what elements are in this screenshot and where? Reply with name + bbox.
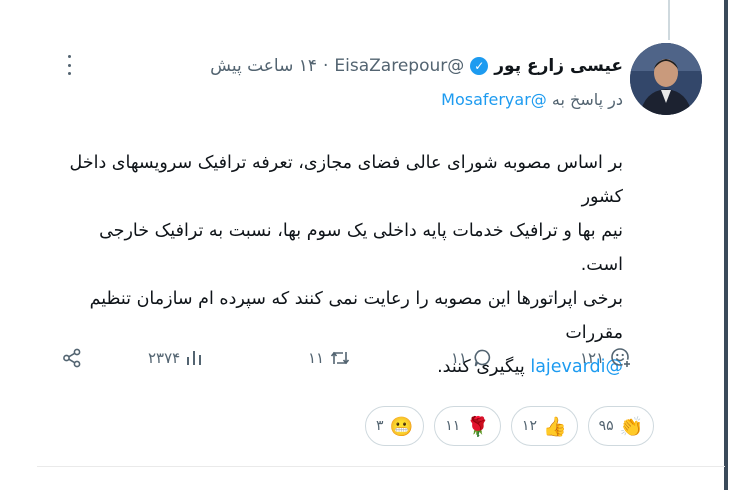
reaction-count: ۱۲	[521, 418, 537, 434]
reactions-count: ۱۲۱	[580, 349, 605, 367]
add-reaction-icon	[611, 348, 632, 369]
tweet-timestamp[interactable]: ۱۴ ساعت پیش	[210, 56, 317, 76]
retweet-icon	[331, 351, 350, 365]
views-chart-icon	[187, 351, 202, 365]
reaction-pills: 👏 ۹۵ 👍 ۱۲ 🌹 ۱۱ 😬 ۳	[365, 406, 655, 446]
author-handle[interactable]: @EisaZarepour	[334, 56, 464, 76]
reaction-count: ۱۱	[445, 418, 461, 434]
reaction-count: ۳	[376, 418, 384, 434]
reply-prefix: در پاسخ به	[551, 90, 623, 109]
share-icon	[63, 348, 81, 368]
clap-icon: 👏	[619, 415, 644, 438]
tweet-line: نیم بها و ترافیک خدمات پایه داخلی یک سوم…	[99, 221, 623, 275]
rose-icon: 🌹	[466, 415, 490, 438]
author-name[interactable]: عیسی زارع پور	[494, 56, 623, 76]
avatar-photo	[630, 43, 702, 115]
reply-mention-link[interactable]: @Mosaferyar	[441, 90, 547, 109]
card-bottom-divider	[37, 466, 725, 467]
retweet-button[interactable]: ۱۱	[308, 343, 350, 373]
views-button[interactable]: ۲۳۷۴	[148, 343, 202, 373]
reaction-grin-button[interactable]: 😬 ۳	[365, 406, 425, 446]
tweet-header: عیسی زارع پور ✓ @EisaZarepour · ۱۴ ساعت …	[210, 53, 623, 79]
avatar[interactable]	[630, 43, 702, 115]
views-count: ۲۳۷۴	[148, 349, 181, 367]
reply-button[interactable]: ۱۱	[451, 343, 493, 373]
tweet-line: برخی اپراتورها این مصوبه را رعایت نمی کن…	[89, 289, 623, 343]
share-button[interactable]	[62, 343, 82, 373]
retweets-count: ۱۱	[308, 349, 325, 367]
header-separator: ·	[323, 56, 329, 76]
reply-context: در پاسخ به @Mosaferyar	[441, 90, 623, 109]
reply-bubble-icon	[474, 349, 491, 367]
action-bar: ۲۳۷۴ ۱۱ ۱۱ ۱۲۱	[62, 343, 632, 373]
grin-icon: 😬	[389, 415, 414, 438]
more-dot	[67, 55, 71, 58]
reaction-count: ۹۵	[598, 418, 614, 434]
tweet-line: بر اساس مصوبه شورای عالی فضای مجازی، تعر…	[69, 153, 623, 207]
thread-connector-line	[668, 0, 670, 40]
more-dot	[67, 63, 71, 67]
reaction-clap-button[interactable]: 👏 ۹۵	[587, 406, 655, 446]
reaction-thumbs-up-button[interactable]: 👍 ۱۲	[510, 406, 578, 446]
reaction-rose-button[interactable]: 🌹 ۱۱	[434, 406, 501, 446]
thumbs-up-icon: 👍	[542, 415, 567, 438]
card-right-border	[724, 0, 728, 490]
add-reaction-button[interactable]: ۱۲۱	[580, 343, 632, 373]
more-dot	[67, 72, 71, 75]
more-options-icon[interactable]	[62, 52, 76, 78]
verified-badge-icon: ✓	[470, 57, 489, 75]
replies-count: ۱۱	[451, 349, 468, 367]
